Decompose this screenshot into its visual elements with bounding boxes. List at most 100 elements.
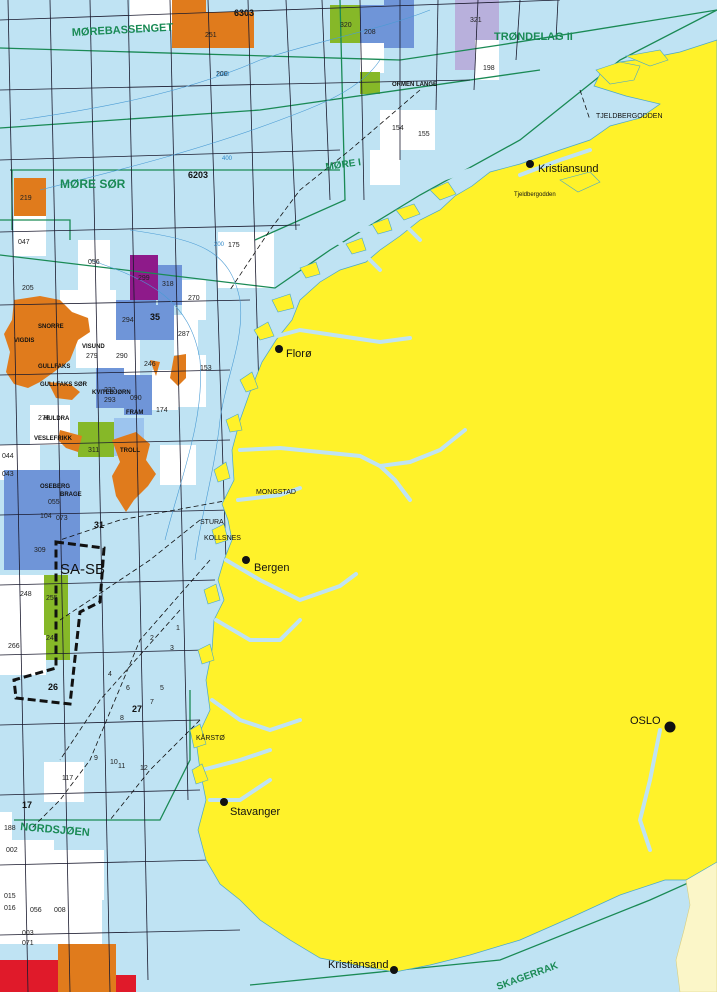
block-number: 270 (188, 295, 200, 302)
city-dot[interactable] (664, 721, 676, 733)
city-label: Stavanger (230, 806, 280, 818)
block-number: 290 (116, 353, 128, 360)
depth-label: 1000 (216, 72, 230, 78)
depth-label: 400 (222, 156, 233, 162)
depth-label: 200 (214, 242, 225, 248)
quadrant-number: 17 (22, 800, 32, 810)
field-label: GULLFAKS SØR (40, 382, 88, 388)
block-number: 090 (130, 395, 142, 402)
block-number: 198 (483, 65, 495, 72)
quadrant-number: 35 (150, 312, 160, 322)
block-number: 043 (2, 471, 14, 478)
field-label: VESLEFRIKK (34, 436, 73, 442)
block-number: 294 (122, 317, 134, 324)
block-number: 071 (22, 940, 34, 947)
block-number: 055 (48, 499, 60, 506)
block-number: 188 (4, 825, 16, 832)
block-number: 153 (200, 365, 212, 372)
block-number: 320 (340, 22, 352, 29)
quadrant-number: 6203 (188, 170, 208, 180)
field-label: GULLFAKS (38, 364, 70, 370)
block-number: 219 (20, 195, 32, 202)
block-number: 293 (104, 397, 116, 404)
block-number: 246 (144, 361, 156, 368)
field-label: BRAGE (60, 492, 82, 498)
ruler-number: 8 (120, 715, 124, 722)
block-number: 309 (34, 547, 46, 554)
ruler-number: 5 (160, 685, 164, 692)
field-label: OSEBERG (40, 484, 70, 490)
block-number: 154 (392, 125, 404, 132)
city-label: Bergen (254, 562, 289, 574)
field-label: VISUND (82, 344, 105, 350)
block-number: 056 (88, 259, 100, 266)
ruler-number: 12 (140, 765, 148, 772)
block-number: 175 (228, 242, 240, 249)
block-number: 321 (470, 17, 482, 24)
block-number: 104 (40, 513, 52, 520)
city-dot[interactable] (390, 966, 398, 974)
ruler-number: 9 (94, 755, 98, 762)
city-label: OSLO (630, 715, 661, 727)
block-number: 299 (138, 275, 150, 282)
block-number: 174 (156, 407, 168, 414)
block-number: 002 (6, 847, 18, 854)
place-label: MONGSTAD (256, 489, 296, 496)
place-label: KÅRSTØ (196, 733, 225, 742)
place-label: Tjeldbergodden (514, 192, 556, 198)
block-number: 279 (86, 353, 98, 360)
block-number: 278 (38, 415, 50, 422)
ruler-number: 11 (118, 763, 125, 770)
area-label: TRØNDELAG II (494, 31, 573, 43)
block-number: 311 (88, 447, 99, 454)
block-number: 073 (56, 515, 68, 522)
quadrant-number: 31 (94, 520, 104, 530)
quadrant-number: 27 (132, 704, 142, 714)
city-dot[interactable] (220, 798, 228, 806)
quadrant-number: 26 (48, 682, 58, 692)
map-canvas[interactable]: MØREBASSENGET TRØNDELAG IIMØRE SØRMØRE IN… (0, 0, 717, 992)
block-number: 248 (20, 591, 32, 598)
city-dot[interactable] (242, 556, 250, 564)
block-number: 044 (2, 453, 14, 460)
block-number: 266 (8, 643, 20, 650)
ruler-number: 2 (150, 635, 154, 642)
block-number: 047 (18, 239, 30, 246)
field-label: TROLL (120, 448, 140, 454)
block-number: 155 (418, 131, 430, 138)
ruler-number: 10 (110, 759, 118, 766)
field-label: FRAM (126, 410, 143, 416)
city-label: Kristiansund (538, 163, 599, 175)
field-label: SNORRE (38, 324, 64, 330)
ruler-number: 6 (126, 685, 130, 692)
block-number: 208 (364, 29, 376, 36)
city-dot[interactable] (526, 160, 534, 168)
block-number: 205 (22, 285, 34, 292)
place-label: KOLLSNES (204, 535, 241, 542)
block-number: 255 (46, 595, 58, 602)
special-area-label: SA-SB (60, 561, 105, 578)
ruler-number: 3 (170, 645, 174, 652)
block-number: 318 (162, 281, 174, 288)
block-number: 015 (4, 893, 16, 900)
block-number: 016 (4, 905, 16, 912)
block-number: 287 (178, 331, 190, 338)
ruler-number: 7 (150, 699, 154, 706)
ruler-number: 1 (176, 625, 180, 632)
petroleum-license-map[interactable]: MØREBASSENGET TRØNDELAG II MØRE SØR MØRE IN… (0, 0, 717, 992)
city-dot[interactable] (275, 345, 283, 353)
area-label: MØRE SØR (60, 177, 126, 191)
ruler-number: 4 (108, 671, 112, 678)
quadrant-number: 6303 (234, 8, 254, 18)
city-label: Florø (286, 348, 312, 360)
block-number: 232 (104, 387, 116, 394)
city-label: Kristiansand (328, 959, 389, 971)
field-label: VIGDIS (14, 338, 34, 344)
place-label: STURA (200, 519, 224, 526)
block-number: 008 (54, 907, 66, 914)
block-number: 245 (46, 635, 58, 642)
block-number: 003 (22, 930, 34, 937)
place-label: TJELDBERGODDEN (596, 113, 663, 120)
block-number: 056 (30, 907, 42, 914)
field-label: ORMEN LANGE (392, 82, 437, 88)
